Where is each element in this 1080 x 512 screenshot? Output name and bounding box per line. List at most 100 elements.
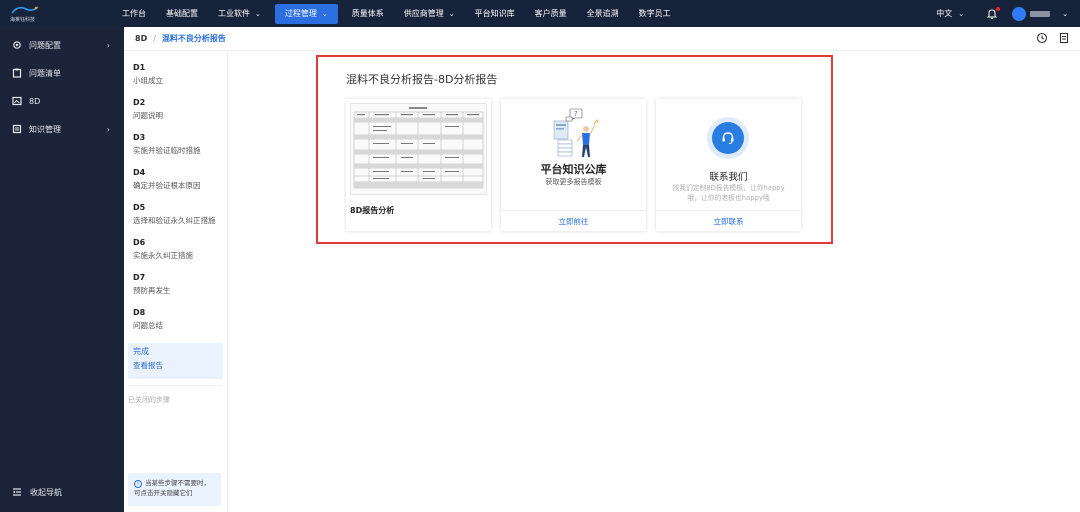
contact-now-link[interactable]: 立即联系 <box>656 210 801 231</box>
contact-us-title: 联系我们 <box>709 172 748 183</box>
nav-item-workbench[interactable]: 工作台 <box>112 0 156 27</box>
sidebar-item-knowledge[interactable]: 知识管理 › <box>0 115 124 143</box>
chevron-down-icon: ⌄ <box>958 9 965 18</box>
step-item-d3[interactable]: D3 实施并验证临时措施 <box>128 130 223 165</box>
breadcrumb-separator: / <box>153 34 156 43</box>
book-icon <box>12 124 22 134</box>
image-icon <box>12 96 22 106</box>
step-desc: 预防再发生 <box>133 286 171 295</box>
view-report-link[interactable]: 查看报告 <box>133 360 218 371</box>
step-desc: 确定并验证根本原因 <box>133 181 201 190</box>
step-item-complete[interactable]: 完成 查看报告 <box>128 343 223 379</box>
go-now-link[interactable]: 立即前往 <box>501 210 646 231</box>
logo-text: 海莱钰科技 <box>10 16 36 23</box>
gear-icon <box>13 41 21 49</box>
step-desc: 实施永久纠正措施 <box>133 251 193 260</box>
report-template-panel: 混料不良分析报告-8D分析报告 8D报告分析 ? 平台知识公库 获取更多报告模板… <box>316 55 833 244</box>
clipboard-icon <box>12 68 22 78</box>
step-list: D1 小组成立 D2 问题说明 D3 实施并验证临时措施 D4 确定并验证根本原因 D5… <box>124 52 228 512</box>
contact-icon-badge <box>707 117 749 159</box>
sidebar-item-label: 知识管理 <box>29 124 61 134</box>
sidebar: 问题配置 › 问题清单 8D 知识管理 › 收起导航 <box>0 27 124 512</box>
hint-text-line2: 可点击开关隐藏它们 <box>134 489 193 497</box>
nav-label: 质量体系 <box>351 9 384 18</box>
step-code: 完成 <box>133 347 149 356</box>
sidebar-item-label: 8D <box>29 96 41 106</box>
sidebar-item-problem-list[interactable]: 问题清单 <box>0 59 124 87</box>
breadcrumb: 8D / 混料不良分析报告 <box>124 27 1080 51</box>
main-nav: 工作台 基础配置 工业软件 ⌄ 过程管理 ⌄ 质量体系 供应商管理 ⌄ 平台知识库 客… <box>112 0 681 27</box>
company-logo[interactable]: 海莱钰科技 <box>0 0 112 27</box>
step-item-d5[interactable]: D5 选择和验证永久纠正措施 <box>128 200 223 235</box>
history-icon[interactable] <box>1036 32 1048 44</box>
nav-item-process-management[interactable]: 过程管理 ⌄ <box>274 3 338 24</box>
avatar[interactable] <box>1012 6 1027 21</box>
language-switcher[interactable]: 中文 ⌄ <box>936 8 964 19</box>
step-code: D3 <box>133 133 146 142</box>
nav-label: 工业软件 <box>218 9 250 18</box>
closed-steps-label: 已关闭的步骤 <box>128 385 223 405</box>
document-icon[interactable] <box>1058 32 1070 44</box>
nav-label: 基础配置 <box>166 9 198 18</box>
sidebar-item-problem-config[interactable]: 问题配置 › <box>0 31 124 59</box>
step-item-d4[interactable]: D4 确定并验证根本原因 <box>128 165 223 200</box>
step-code: D2 <box>133 98 146 107</box>
collapse-nav-label: 收起导航 <box>30 487 62 497</box>
knowledge-library-card[interactable]: ? 平台知识公库 获取更多报告模板 立即前往 <box>501 99 646 231</box>
step-item-d2[interactable]: D2 问题说明 <box>128 95 223 130</box>
nav-item-customer-quality[interactable]: 客户质量 <box>525 0 577 27</box>
nav-label: 供应商管理 <box>403 9 444 18</box>
collapse-menu-icon <box>13 488 21 496</box>
nav-item-industrial-software[interactable]: 工业软件 ⌄ <box>208 0 271 27</box>
info-icon: i <box>134 480 142 488</box>
headset-icon <box>712 122 744 154</box>
hint-text-line1: 当某些步骤不需要时， <box>145 479 210 487</box>
page-title: 混料不良分析报告-8D分析报告 <box>346 73 498 86</box>
step-code: D6 <box>133 238 146 247</box>
step-desc: 选择和验证永久纠正措施 <box>133 216 216 225</box>
nav-label: 工作台 <box>122 9 146 18</box>
sidebar-item-label: 问题清单 <box>29 68 61 78</box>
sidebar-item-8d[interactable]: 8D <box>0 87 124 115</box>
nav-label: 过程管理 <box>284 9 317 18</box>
knowledge-library-title: 平台知识公库 <box>540 163 607 176</box>
step-desc: 问题总结 <box>133 321 163 330</box>
top-navigation-bar: 海莱钰科技 工作台 基础配置 工业软件 ⌄ 过程管理 ⌄ 质量体系 供应商管理 ⌄ 平… <box>0 0 1080 27</box>
step-code: D4 <box>133 168 146 177</box>
nav-label: 全景追溯 <box>586 9 619 18</box>
report-template-card[interactable]: 8D报告分析 <box>346 99 491 231</box>
nav-item-basic-config[interactable]: 基础配置 <box>156 0 208 27</box>
knowledge-library-illustration: ? <box>553 108 599 157</box>
step-code: D8 <box>133 308 146 317</box>
username-redacted[interactable] <box>1030 10 1051 17</box>
step-item-d1[interactable]: D1 小组成立 <box>128 60 223 95</box>
step-item-d8[interactable]: D8 问题总结 <box>128 305 223 340</box>
breadcrumb-root[interactable]: 8D <box>135 34 147 43</box>
nav-item-supplier-management[interactable]: 供应商管理 ⌄ <box>394 0 465 27</box>
nav-item-quality-system[interactable]: 质量体系 <box>342 0 394 27</box>
step-desc: 实施并验证临时措施 <box>133 146 201 155</box>
report-preview-image <box>351 104 486 194</box>
contact-us-card[interactable]: 联系我们 找我们定制8D报告模板，让你happy 哦，让你的老板也happy哦 … <box>656 99 801 231</box>
nav-label: 客户质量 <box>534 9 567 18</box>
step-desc: 问题说明 <box>133 111 163 120</box>
top-right-tools: 中文 ⌄ ⌄ <box>936 0 1080 27</box>
chevron-down-icon: ⌄ <box>448 9 455 18</box>
collapse-nav-button[interactable]: 收起导航 <box>0 478 124 506</box>
nav-item-digital-employee[interactable]: 数字员工 <box>629 0 681 27</box>
step-code: D7 <box>133 273 146 282</box>
contact-subtitle-line1: 找我们定制8D报告模板，让你happy <box>672 184 785 192</box>
report-preview-thumbnail <box>350 103 487 195</box>
step-desc: 小组成立 <box>133 76 163 85</box>
nav-item-traceability[interactable]: 全景追溯 <box>577 0 629 27</box>
customer-service-icon <box>722 132 734 144</box>
step-item-d6[interactable]: D6 实施永久纠正措施 <box>128 235 223 270</box>
step-item-d7[interactable]: D7 预防再发生 <box>128 270 223 305</box>
nav-item-knowledge-base[interactable]: 平台知识库 <box>465 0 525 27</box>
notification-dot <box>996 6 1001 11</box>
breadcrumb-current: 混料不良分析报告 <box>161 34 226 43</box>
chevron-down-icon[interactable]: ⌄ <box>1062 10 1068 18</box>
notification-bell-icon[interactable] <box>986 6 1001 20</box>
report-card-label: 8D报告分析 <box>350 206 395 215</box>
hint-box: i 当某些步骤不需要时， 可点击开关隐藏它们 <box>128 473 221 506</box>
